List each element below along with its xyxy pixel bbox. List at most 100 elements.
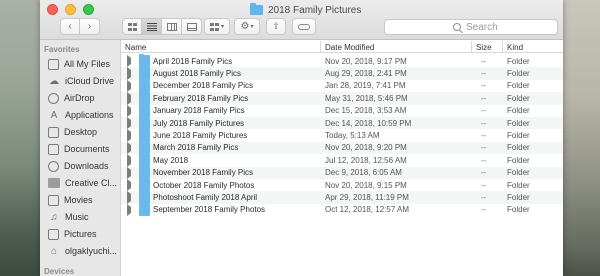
disclosure-triangle-icon[interactable] xyxy=(127,129,131,142)
sidebar-item-label: Pictures xyxy=(64,229,97,239)
sidebar-item-label: Desktop xyxy=(64,127,98,137)
file-list: Name Date Modified Size Kind April 2018 … xyxy=(121,40,563,276)
cover-flow-icon xyxy=(186,22,197,31)
disclosure-triangle-icon[interactable] xyxy=(127,55,131,68)
sidebar-item-label: AirDrop xyxy=(64,93,95,103)
chevron-down-icon: ▾ xyxy=(220,24,224,30)
table-row[interactable]: December 2018 Family Pics Jan 28, 2019, … xyxy=(121,78,563,93)
row-name: September 2018 Family Photos xyxy=(153,205,266,215)
share-button[interactable]: ⇧ xyxy=(266,18,286,35)
back-button[interactable]: ‹ xyxy=(60,18,80,35)
row-kind: Folder xyxy=(507,143,530,153)
sidebar-item-downloads[interactable]: Downloads xyxy=(48,158,120,174)
table-row[interactable]: March 2018 Family Pics Nov 20, 2018, 9:2… xyxy=(121,140,563,155)
table-row[interactable]: September 2018 Family Photos Oct 12, 201… xyxy=(121,202,563,217)
search-field[interactable] xyxy=(384,19,558,35)
row-kind: Folder xyxy=(507,205,530,215)
tags-button[interactable] xyxy=(292,18,316,35)
disclosure-triangle-icon[interactable] xyxy=(127,166,131,179)
table-row[interactable]: May 2018 Jul 12, 2018, 12:56 AM -- Folde… xyxy=(121,152,563,167)
gear-icon: ⚙ xyxy=(240,21,250,32)
disclosure-triangle-icon[interactable] xyxy=(127,154,131,167)
minimize-button[interactable] xyxy=(65,4,76,15)
view-mode-group xyxy=(122,18,202,35)
sidebar-item-creative-cloud[interactable]: Creative Cl... xyxy=(48,175,120,191)
forward-button[interactable]: › xyxy=(80,18,100,35)
sidebar-item-icloud-drive[interactable]: ☁ iCloud Drive xyxy=(48,73,120,89)
column-header-size[interactable]: Size xyxy=(476,41,492,53)
action-button[interactable]: ⚙ ▾ xyxy=(234,18,260,35)
table-row[interactable]: January 2018 Family Pics Dec 15, 2018, 3… xyxy=(121,103,563,117)
grid-icon xyxy=(127,22,137,31)
sidebar-item-music[interactable]: ♫ Music xyxy=(48,209,120,225)
row-date: Nov 20, 2018, 9:20 PM xyxy=(325,143,407,153)
row-date: Oct 12, 2018, 12:57 AM xyxy=(325,205,410,215)
sidebar-item-applications[interactable]: A Applications xyxy=(48,107,120,123)
row-kind: Folder xyxy=(507,69,530,79)
all-files-icon xyxy=(48,58,59,70)
column-view-button[interactable] xyxy=(162,18,182,35)
disclosure-triangle-icon[interactable] xyxy=(127,67,131,80)
table-row[interactable]: June 2018 Family Pictures Today, 5:13 AM… xyxy=(121,127,563,142)
row-kind: Folder xyxy=(507,56,530,66)
zoom-button[interactable] xyxy=(83,4,94,15)
row-date: Aug 29, 2018, 2:41 PM xyxy=(325,69,407,79)
row-kind: Folder xyxy=(507,155,530,165)
list-icon xyxy=(146,22,157,31)
table-row[interactable]: July 2018 Family Pictures Dec 14, 2018, … xyxy=(121,115,563,130)
disclosure-triangle-icon[interactable] xyxy=(127,79,131,93)
row-kind: Folder xyxy=(507,93,530,103)
sidebar-item-label: Creative Cl... xyxy=(65,178,118,188)
table-row[interactable]: August 2018 Family Pics Aug 29, 2018, 2:… xyxy=(121,65,563,80)
row-size: -- xyxy=(481,143,487,153)
row-name: November 2018 Family Pics xyxy=(153,168,254,178)
row-kind: Folder xyxy=(507,168,530,178)
list-view-button[interactable] xyxy=(142,18,162,35)
disclosure-triangle-icon[interactable] xyxy=(127,179,131,192)
sidebar-item-airdrop[interactable]: AirDrop xyxy=(48,90,120,106)
column-header-name[interactable]: Name xyxy=(125,41,146,53)
disclosure-triangle-icon[interactable] xyxy=(127,203,131,217)
column-divider[interactable] xyxy=(502,41,503,52)
row-kind: Folder xyxy=(507,193,530,203)
sidebar-item-label: All My Files xyxy=(64,59,111,69)
disclosure-triangle-icon[interactable] xyxy=(127,141,131,155)
applications-icon: A xyxy=(50,109,58,121)
sidebar-item-pictures[interactable]: Pictures xyxy=(48,226,120,242)
column-divider[interactable] xyxy=(471,41,472,52)
sidebar-item-desktop[interactable]: Desktop xyxy=(48,124,120,140)
row-kind: Folder xyxy=(507,131,530,141)
arrange-button[interactable]: ▾ xyxy=(204,18,230,35)
table-row[interactable]: October 2018 Family Photos Nov 20, 2018,… xyxy=(121,177,563,192)
search-input[interactable] xyxy=(466,21,556,33)
search-icon xyxy=(453,23,461,31)
row-size: -- xyxy=(481,56,487,66)
disclosure-triangle-icon[interactable] xyxy=(127,104,131,117)
folder-icon xyxy=(250,3,263,15)
column-header-date-modified[interactable]: Date Modified xyxy=(325,41,374,53)
column-header-kind[interactable]: Kind xyxy=(507,41,523,53)
icon-view-button[interactable] xyxy=(122,18,142,35)
tag-icon xyxy=(298,23,310,30)
folder-icon xyxy=(48,178,60,188)
row-date: Today, 5:13 AM xyxy=(325,131,380,141)
sidebar-item-movies[interactable]: Movies xyxy=(48,192,120,208)
disclosure-triangle-icon[interactable] xyxy=(127,92,131,105)
row-name: February 2018 Family Pics xyxy=(153,93,249,103)
sidebar-item-documents[interactable]: Documents xyxy=(48,141,120,157)
sidebar-item-home[interactable]: ⌂ olgaklyuchi... xyxy=(48,243,120,259)
disclosure-triangle-icon[interactable] xyxy=(127,191,131,204)
column-divider[interactable] xyxy=(320,41,321,52)
sidebar-item-all-my-files[interactable]: All My Files xyxy=(48,56,120,72)
finder-window: 2018 Family Pictures ‹ › ▾ ⚙ ▾ ⇧ Search … xyxy=(40,0,563,276)
table-row[interactable]: November 2018 Family Pics Dec 9, 2018, 6… xyxy=(121,165,563,179)
row-size: -- xyxy=(481,155,487,165)
table-row[interactable]: Photoshoot Family 2018 April Apr 29, 201… xyxy=(121,189,563,204)
sidebar: Favorites All My Files ☁ iCloud Drive Ai… xyxy=(40,40,121,276)
close-button[interactable] xyxy=(47,4,58,15)
table-row[interactable]: February 2018 Family Pics May 31, 2018, … xyxy=(121,90,563,105)
cover-flow-button[interactable] xyxy=(182,18,202,35)
table-row[interactable]: April 2018 Family Pics Nov 20, 2018, 9:1… xyxy=(121,53,563,68)
disclosure-triangle-icon[interactable] xyxy=(127,117,131,130)
column-header-row: Name Date Modified Size Kind xyxy=(121,40,563,53)
